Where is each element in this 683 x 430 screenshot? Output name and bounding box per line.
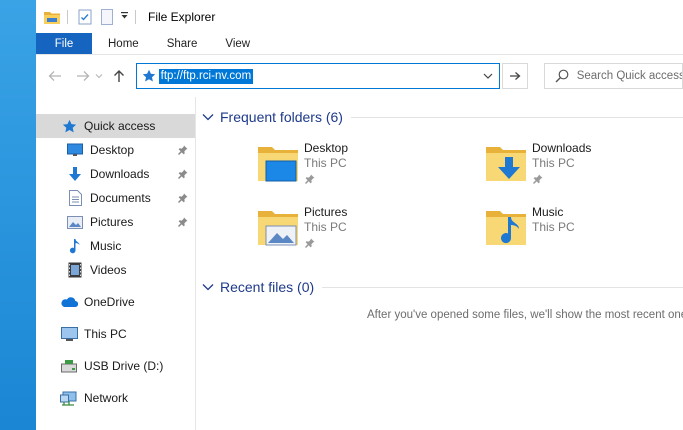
sidebar-item-videos[interactable]: Videos: [36, 258, 195, 282]
network-icon: [60, 389, 78, 407]
toolbar-separator: [135, 9, 136, 24]
videos-icon: [66, 261, 84, 279]
sidebar-item-label: Desktop: [90, 143, 135, 157]
folder-tile-pictures[interactable]: Pictures This PC: [256, 205, 347, 249]
sidebar-item-label: Quick access: [84, 119, 156, 133]
sidebar-item-label: Music: [90, 239, 122, 253]
sidebar-item-label: This PC: [84, 327, 127, 341]
folder-location: This PC: [304, 156, 347, 170]
desktop-folder-icon: [256, 141, 300, 185]
sidebar-item-documents[interactable]: Documents: [36, 186, 195, 210]
up-button[interactable]: [108, 65, 130, 87]
address-bar[interactable]: ftp://ftp.rci-nv.com: [135, 63, 500, 89]
sidebar-item-onedrive[interactable]: OneDrive: [36, 290, 195, 314]
pictures-folder-icon: [256, 205, 300, 249]
folder-tile-music[interactable]: Music This PC: [484, 205, 575, 249]
desktop-background: [0, 0, 36, 430]
pin-icon: [304, 237, 316, 249]
group-title: Recent files (0): [220, 279, 315, 295]
sidebar-item-downloads[interactable]: Downloads: [36, 162, 195, 186]
navigation-pane: Quick access Desktop Downloads Documents…: [36, 97, 196, 430]
search-input[interactable]: Search Quick access: [577, 70, 682, 82]
folder-name: Pictures: [304, 205, 348, 219]
cloud-icon: [60, 293, 78, 311]
sidebar-item-this-pc[interactable]: This PC: [36, 322, 195, 346]
pictures-icon: [66, 213, 84, 231]
pin-icon: [532, 173, 544, 185]
folder-app-icon: [43, 8, 61, 26]
quick-access-star-icon: [140, 67, 158, 85]
sidebar-item-label: Documents: [90, 191, 151, 205]
sidebar-item-label: Network: [84, 391, 129, 405]
sidebar-item-quick-access[interactable]: Quick access: [36, 114, 195, 138]
tab-view[interactable]: View: [211, 33, 264, 54]
tab-share[interactable]: Share: [153, 33, 212, 54]
folder-name: Music: [532, 205, 564, 219]
pin-icon[interactable]: [176, 167, 190, 181]
go-button[interactable]: [501, 63, 528, 89]
search-icon: [555, 66, 569, 86]
folder-location: This PC: [532, 156, 575, 170]
new-folder-icon[interactable]: [98, 8, 116, 26]
address-text[interactable]: ftp://ftp.rci-nv.com: [158, 68, 254, 84]
download-icon: [66, 165, 84, 183]
chevron-down-icon[interactable]: [200, 279, 216, 295]
sidebar-item-label: Videos: [90, 263, 127, 277]
frequent-folders-grid: Desktop This PC Downloads This PC Pictur…: [196, 127, 683, 277]
back-button[interactable]: [44, 65, 66, 87]
sidebar-item-music[interactable]: Music: [36, 234, 195, 258]
group-title: Frequent folders (6): [220, 109, 343, 125]
content-pane: Frequent folders (6) Desktop This PC Dow…: [196, 97, 683, 430]
computer-icon: [60, 325, 78, 343]
sidebar-item-network[interactable]: Network: [36, 386, 195, 410]
recent-files-header[interactable]: Recent files (0): [196, 277, 683, 297]
frequent-folders-header[interactable]: Frequent folders (6): [196, 107, 683, 127]
properties-icon[interactable]: [76, 8, 94, 26]
sidebar-item-label: USB Drive (D:): [84, 359, 164, 373]
file-explorer-window: File Explorer File Home Share View ftp:/…: [36, 0, 683, 430]
title-bar: File Explorer: [36, 0, 683, 33]
main-area: Quick access Desktop Downloads Documents…: [36, 97, 683, 430]
star-icon: [60, 117, 78, 135]
folder-name: Downloads: [532, 141, 592, 155]
address-dropdown-chevron-icon[interactable]: [477, 65, 499, 87]
pin-icon: [304, 173, 316, 185]
documents-icon: [66, 189, 84, 207]
music-icon: [66, 237, 84, 255]
pin-icon[interactable]: [176, 215, 190, 229]
address-row: ftp://ftp.rci-nv.com Search Quick access: [36, 55, 683, 97]
search-box[interactable]: Search Quick access: [543, 63, 683, 89]
divider: [322, 287, 683, 288]
folder-tile-downloads[interactable]: Downloads This PC: [484, 141, 591, 185]
folder-tile-desktop[interactable]: Desktop This PC: [256, 141, 348, 185]
folder-location: This PC: [532, 220, 575, 234]
customize-toolbar-chevron-icon[interactable]: [120, 11, 129, 22]
sidebar-item-usb-drive[interactable]: USB Drive (D:): [36, 354, 195, 378]
desktop-icon: [66, 141, 84, 159]
chevron-down-icon[interactable]: [200, 109, 216, 125]
tab-home[interactable]: Home: [94, 33, 153, 54]
folder-location: This PC: [304, 220, 347, 234]
pin-icon[interactable]: [176, 191, 190, 205]
sidebar-item-label: Pictures: [90, 215, 134, 229]
empty-recent-message: After you've opened some files, we'll sh…: [367, 309, 683, 321]
usb-drive-icon: [60, 357, 78, 375]
tab-file[interactable]: File: [36, 33, 92, 54]
sidebar-item-desktop[interactable]: Desktop: [36, 138, 195, 162]
sidebar-item-label: OneDrive: [84, 295, 135, 309]
folder-name: Desktop: [304, 141, 349, 155]
forward-button[interactable]: [72, 65, 94, 87]
toolbar-separator: [67, 9, 68, 24]
divider: [350, 117, 683, 118]
pin-icon[interactable]: [176, 143, 190, 157]
recent-locations-chevron-icon[interactable]: [94, 65, 104, 87]
sidebar-item-label: Downloads: [90, 167, 150, 181]
music-folder-icon: [484, 205, 528, 249]
ribbon-tabs: File Home Share View: [36, 33, 683, 55]
sidebar-item-pictures[interactable]: Pictures: [36, 210, 195, 234]
window-title: File Explorer: [148, 9, 216, 24]
downloads-folder-icon: [484, 141, 528, 185]
